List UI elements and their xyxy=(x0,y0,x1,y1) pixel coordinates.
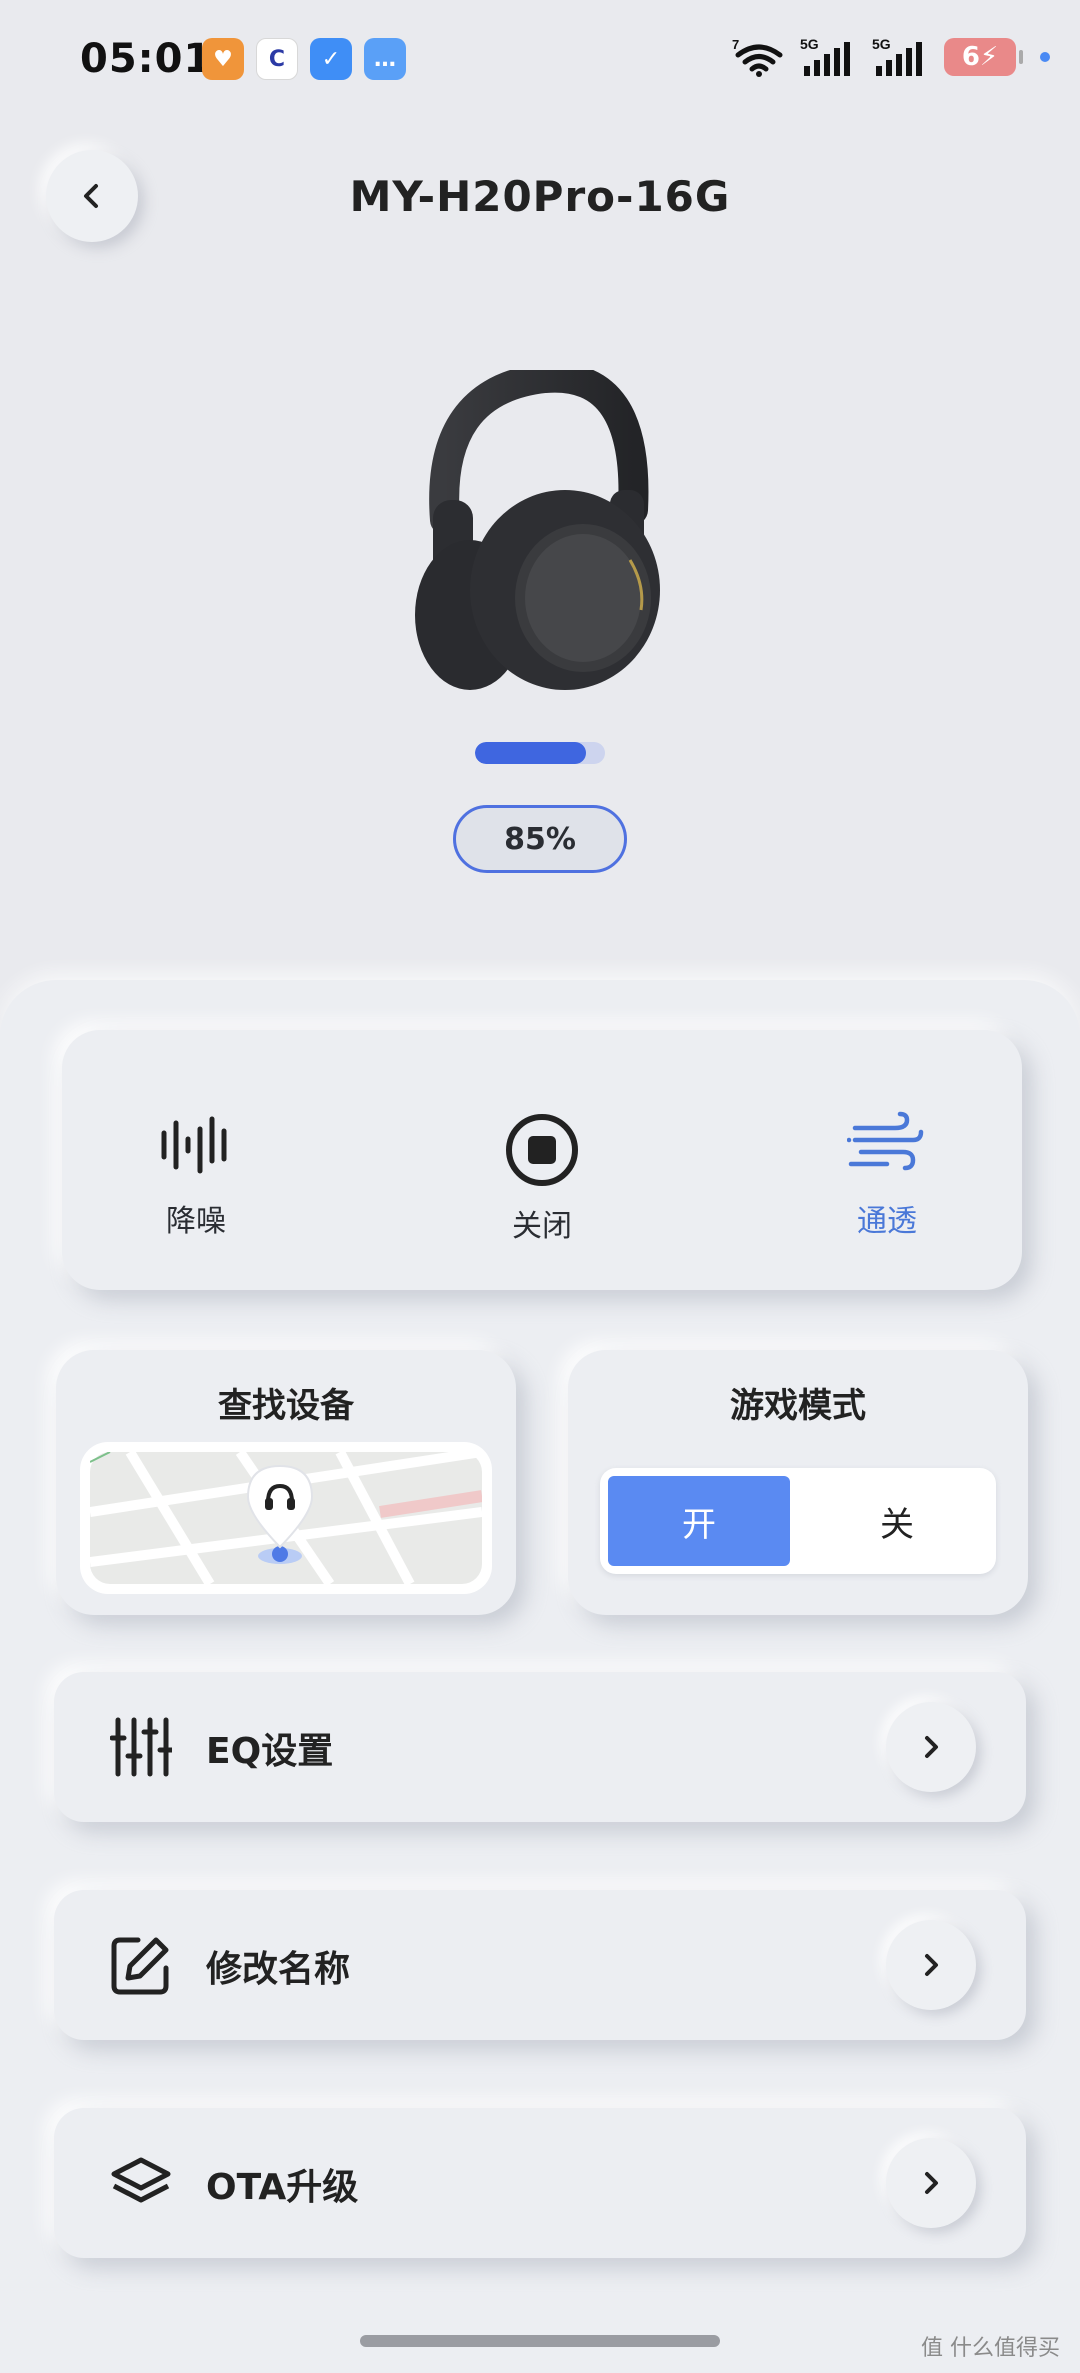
find-device-card[interactable]: 查找设备 xyxy=(56,1350,516,1615)
game-mode-toggle: 开 关 xyxy=(600,1468,996,1574)
stop-circle-icon xyxy=(506,1114,578,1186)
find-device-title: 查找设备 xyxy=(218,1386,354,1426)
wind-icon xyxy=(847,1111,924,1171)
rename-arrow-button[interactable] xyxy=(886,1920,976,2010)
notification-icons: ♥ C ✓ … xyxy=(202,38,406,80)
svg-text:5G: 5G xyxy=(800,36,819,52)
eq-settings-row[interactable]: EQ设置 xyxy=(54,1672,1026,1822)
ota-upgrade-label: OTA升级 xyxy=(206,2167,359,2208)
rename-row[interactable]: 修改名称 xyxy=(54,1890,1026,2040)
eq-settings-label: EQ设置 xyxy=(206,1731,334,1772)
find-device-map[interactable] xyxy=(80,1442,492,1594)
heart-app-icon: ♥ xyxy=(202,38,244,80)
battery-progress-bar xyxy=(475,742,605,764)
rename-label: 修改名称 xyxy=(206,1949,351,1990)
layers-icon xyxy=(111,2157,171,2203)
status-bar: 05:01 ♥ C ✓ … 7 5G 5G 6 ⚡ xyxy=(0,0,1080,120)
mode-label: 关闭 xyxy=(512,1209,572,1244)
headphones-image xyxy=(415,370,660,690)
page-title: MY-H20Pro-16G xyxy=(349,172,731,221)
shield-app-icon: ✓ xyxy=(310,38,352,80)
app-screen: 05:01 ♥ C ✓ … 7 5G 5G 6 ⚡ MY-H20Pro-16G … xyxy=(0,0,1080,2373)
noise-cancel-icon xyxy=(161,1116,227,1174)
watermark: 值 什么值得买 xyxy=(921,2336,1060,2361)
svg-text:5G: 5G xyxy=(872,36,891,52)
signal-5g-icon-2: 5G xyxy=(872,36,922,76)
wifi-icon: 7 xyxy=(732,37,783,77)
chevron-right-icon xyxy=(925,2172,938,2194)
eq-settings-arrow-button[interactable] xyxy=(886,1702,976,1792)
signal-5g-icon: 5G xyxy=(800,36,850,76)
home-indicator[interactable] xyxy=(360,2335,720,2347)
game-mode-on-button[interactable]: 开 xyxy=(608,1476,790,1566)
mode-label: 降噪 xyxy=(166,1204,226,1239)
ota-upgrade-arrow-button[interactable] xyxy=(886,2138,976,2228)
game-mode-title: 游戏模式 xyxy=(730,1386,866,1426)
mode-transparency[interactable]: 通透 xyxy=(787,1100,987,1240)
battery-progress-fill xyxy=(475,742,586,764)
equalizer-icon xyxy=(110,1717,172,1777)
map-image xyxy=(90,1452,482,1584)
message-app-icon: … xyxy=(364,38,406,80)
system-icons: 7 5G 5G 6 ⚡ xyxy=(732,36,1050,78)
battery-indicator: 6 ⚡ xyxy=(944,38,1023,76)
status-time: 05:01 xyxy=(80,36,213,82)
chevron-right-icon xyxy=(925,1736,938,1758)
game-mode-card: 游戏模式 开 关 xyxy=(568,1350,1028,1615)
svg-text:7: 7 xyxy=(732,37,739,52)
edit-icon xyxy=(111,1937,169,1995)
anc-mode-card: 降噪 关闭 通透 xyxy=(62,1030,1022,1290)
game-mode-off-button[interactable]: 关 xyxy=(806,1476,988,1566)
battery-percent-badge: 85% xyxy=(453,805,627,873)
mode-off[interactable]: 关闭 xyxy=(442,1105,642,1245)
c-app-icon: C xyxy=(256,38,298,80)
status-dot xyxy=(1040,52,1050,62)
chevron-right-icon xyxy=(925,1954,938,1976)
mode-label: 通透 xyxy=(857,1204,917,1239)
ota-upgrade-row[interactable]: OTA升级 xyxy=(54,2108,1026,2258)
mode-noise-cancel[interactable]: 降噪 xyxy=(96,1100,296,1240)
